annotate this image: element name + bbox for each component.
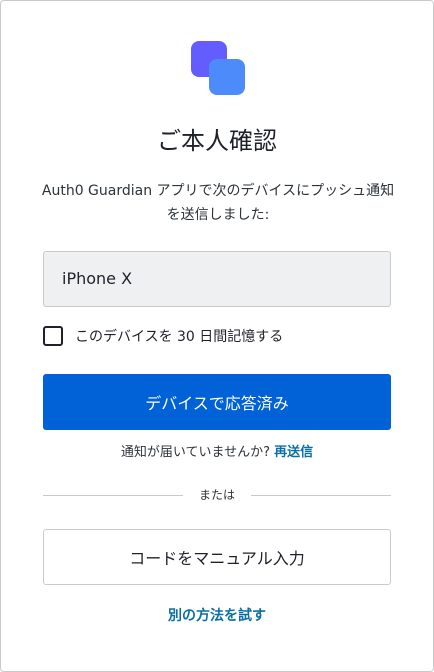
divider-label: または: [198, 488, 235, 502]
try-another-method-link-row: 別の方法を試す: [1, 605, 433, 625]
resend-row: 通知が届いていませんか? 再送信: [1, 441, 433, 460]
resend-prompt: 通知が届いていませんか?: [120, 445, 270, 460]
responded-on-device-button[interactable]: デバイスで応答済み: [43, 374, 391, 430]
or-divider: または: [43, 485, 391, 505]
remember-device-checkbox[interactable]: [43, 326, 63, 346]
resend-link[interactable]: 再送信: [274, 445, 313, 460]
page-title: ご本人確認: [157, 127, 277, 155]
manual-code-button[interactable]: コードをマニュアル入力: [43, 529, 391, 585]
try-another-method-link[interactable]: 別の方法を試す: [168, 608, 266, 624]
mfa-card: ご本人確認 Auth0 Guardian アプリで次のデバイスにプッシュ通知を送…: [0, 0, 434, 672]
device-name-field: iPhone X: [43, 251, 391, 307]
push-description: Auth0 Guardian アプリで次のデバイスにプッシュ通知を送信しました:: [41, 183, 395, 223]
remember-device-label: このデバイスを 30 日間記憶する: [75, 329, 284, 345]
remember-device-option[interactable]: このデバイスを 30 日間記憶する: [43, 324, 283, 348]
guardian-logo-icon: [191, 41, 245, 95]
